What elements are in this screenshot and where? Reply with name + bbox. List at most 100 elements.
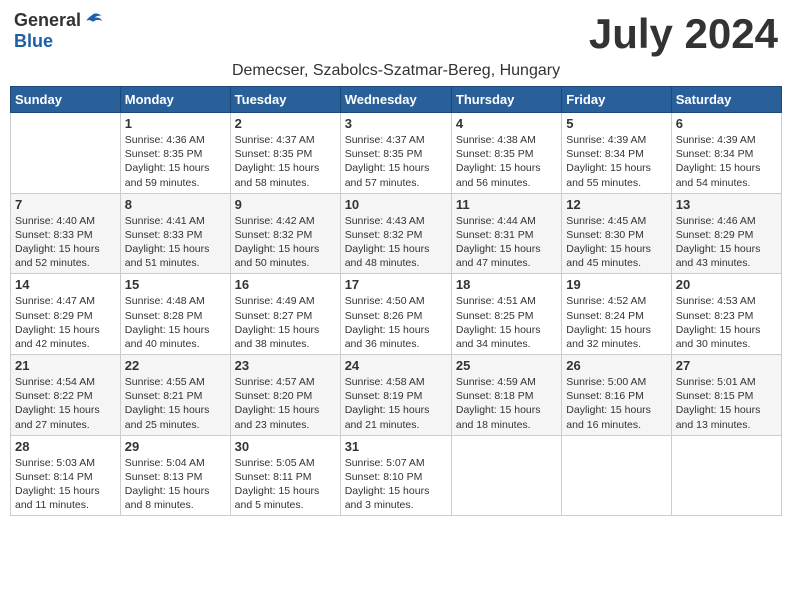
day-info: Sunrise: 5:03 AMSunset: 8:14 PMDaylight:… bbox=[15, 456, 116, 513]
week-row-5: 28 Sunrise: 5:03 AMSunset: 8:14 PMDayligh… bbox=[11, 435, 782, 516]
day-info: Sunrise: 4:58 AMSunset: 8:19 PMDaylight:… bbox=[345, 375, 447, 432]
day-number: 27 bbox=[676, 358, 777, 373]
logo-blue-text: Blue bbox=[14, 31, 53, 52]
day-info: Sunrise: 4:37 AMSunset: 8:35 PMDaylight:… bbox=[235, 133, 336, 190]
day-info: Sunrise: 4:40 AMSunset: 8:33 PMDaylight:… bbox=[15, 214, 116, 271]
day-info: Sunrise: 4:41 AMSunset: 8:33 PMDaylight:… bbox=[125, 214, 226, 271]
day-number: 11 bbox=[456, 197, 557, 212]
day-info: Sunrise: 5:00 AMSunset: 8:16 PMDaylight:… bbox=[566, 375, 666, 432]
day-number: 12 bbox=[566, 197, 666, 212]
week-row-3: 14Sunrise: 4:47 AMSunset: 8:29 PMDayligh… bbox=[11, 274, 782, 355]
col-header-sunday: Sunday bbox=[11, 87, 121, 113]
logo-bird-icon bbox=[83, 11, 103, 31]
calendar-cell: 28 Sunrise: 5:03 AMSunset: 8:14 PMDayligh… bbox=[11, 435, 121, 516]
day-number: 24 bbox=[345, 358, 447, 373]
location: Demecser, Szabolcs-Szatmar-Bereg, Hungar… bbox=[10, 62, 782, 80]
day-number: 20 bbox=[676, 277, 777, 292]
day-info: Sunrise: 4:52 AMSunset: 8:24 PMDaylight:… bbox=[566, 294, 666, 351]
calendar-cell: 9Sunrise: 4:42 AMSunset: 8:32 PMDaylight… bbox=[230, 193, 340, 274]
calendar-table: SundayMondayTuesdayWednesdayThursdayFrid… bbox=[10, 86, 782, 516]
calendar-cell: 23 Sunrise: 4:57 AMSunset: 8:20 PMDayligh… bbox=[230, 355, 340, 436]
day-info: Sunrise: 4:36 AMSunset: 8:35 PMDaylight:… bbox=[125, 133, 226, 190]
day-number: 26 bbox=[566, 358, 666, 373]
day-number: 14 bbox=[15, 277, 116, 292]
day-number: 2 bbox=[235, 116, 336, 131]
day-number: 28 bbox=[15, 439, 116, 454]
calendar-cell: 27 Sunrise: 5:01 AMSunset: 8:15 PMDayligh… bbox=[671, 355, 781, 436]
calendar-cell: 22 Sunrise: 4:55 AMSunset: 8:21 PMDayligh… bbox=[120, 355, 230, 436]
col-header-thursday: Thursday bbox=[451, 87, 561, 113]
day-number: 9 bbox=[235, 197, 336, 212]
calendar-cell: 14Sunrise: 4:47 AMSunset: 8:29 PMDayligh… bbox=[11, 274, 121, 355]
calendar-cell: 3 Sunrise: 4:37 AMSunset: 8:35 PMDaylight… bbox=[340, 113, 451, 194]
day-info: Sunrise: 4:54 AMSunset: 8:22 PMDaylight:… bbox=[15, 375, 116, 432]
calendar-cell: 25 Sunrise: 4:59 AMSunset: 8:18 PMDayligh… bbox=[451, 355, 561, 436]
calendar-cell: 13 Sunrise: 4:46 AMSunset: 8:29 PMDayligh… bbox=[671, 193, 781, 274]
calendar-cell: 26 Sunrise: 5:00 AMSunset: 8:16 PMDayligh… bbox=[562, 355, 671, 436]
calendar-cell: 4 Sunrise: 4:38 AMSunset: 8:35 PMDaylight… bbox=[451, 113, 561, 194]
col-header-monday: Monday bbox=[120, 87, 230, 113]
calendar-cell: 24 Sunrise: 4:58 AMSunset: 8:19 PMDayligh… bbox=[340, 355, 451, 436]
day-info: Sunrise: 5:01 AMSunset: 8:15 PMDaylight:… bbox=[676, 375, 777, 432]
col-header-tuesday: Tuesday bbox=[230, 87, 340, 113]
day-number: 5 bbox=[566, 116, 666, 131]
day-info: Sunrise: 4:44 AMSunset: 8:31 PMDaylight:… bbox=[456, 214, 557, 271]
page-header: General Blue July 2024 bbox=[10, 10, 782, 58]
col-header-friday: Friday bbox=[562, 87, 671, 113]
col-header-saturday: Saturday bbox=[671, 87, 781, 113]
day-info: Sunrise: 4:43 AMSunset: 8:32 PMDaylight:… bbox=[345, 214, 447, 271]
calendar-cell: 30 Sunrise: 5:05 AMSunset: 8:11 PMDayligh… bbox=[230, 435, 340, 516]
day-number: 4 bbox=[456, 116, 557, 131]
calendar-cell: 15 Sunrise: 4:48 AMSunset: 8:28 PMDayligh… bbox=[120, 274, 230, 355]
day-number: 21 bbox=[15, 358, 116, 373]
day-info: Sunrise: 4:48 AMSunset: 8:28 PMDaylight:… bbox=[125, 294, 226, 351]
calendar-cell: 6 Sunrise: 4:39 AMSunset: 8:34 PMDaylight… bbox=[671, 113, 781, 194]
day-number: 23 bbox=[235, 358, 336, 373]
calendar-cell: 29 Sunrise: 5:04 AMSunset: 8:13 PMDayligh… bbox=[120, 435, 230, 516]
day-info: Sunrise: 4:38 AMSunset: 8:35 PMDaylight:… bbox=[456, 133, 557, 190]
calendar-cell: 18Sunrise: 4:51 AMSunset: 8:25 PMDayligh… bbox=[451, 274, 561, 355]
calendar-cell bbox=[671, 435, 781, 516]
day-info: Sunrise: 4:45 AMSunset: 8:30 PMDaylight:… bbox=[566, 214, 666, 271]
month-year: July 2024 bbox=[589, 10, 778, 58]
day-number: 13 bbox=[676, 197, 777, 212]
day-info: Sunrise: 4:50 AMSunset: 8:26 PMDaylight:… bbox=[345, 294, 447, 351]
day-info: Sunrise: 4:46 AMSunset: 8:29 PMDaylight:… bbox=[676, 214, 777, 271]
calendar-cell bbox=[562, 435, 671, 516]
col-header-wednesday: Wednesday bbox=[340, 87, 451, 113]
day-info: Sunrise: 4:37 AMSunset: 8:35 PMDaylight:… bbox=[345, 133, 447, 190]
calendar-cell bbox=[11, 113, 121, 194]
day-number: 25 bbox=[456, 358, 557, 373]
month-year-title: July 2024 bbox=[589, 10, 778, 58]
day-number: 22 bbox=[125, 358, 226, 373]
day-info: Sunrise: 4:59 AMSunset: 8:18 PMDaylight:… bbox=[456, 375, 557, 432]
calendar-cell: 17 Sunrise: 4:50 AMSunset: 8:26 PMDayligh… bbox=[340, 274, 451, 355]
day-number: 31 bbox=[345, 439, 447, 454]
calendar-cell: 5 Sunrise: 4:39 AMSunset: 8:34 PMDaylight… bbox=[562, 113, 671, 194]
day-number: 1 bbox=[125, 116, 226, 131]
week-row-2: 7Sunrise: 4:40 AMSunset: 8:33 PMDaylight… bbox=[11, 193, 782, 274]
calendar-cell: 7Sunrise: 4:40 AMSunset: 8:33 PMDaylight… bbox=[11, 193, 121, 274]
day-info: Sunrise: 5:07 AMSunset: 8:10 PMDaylight:… bbox=[345, 456, 447, 513]
calendar-cell: 2 Sunrise: 4:37 AMSunset: 8:35 PMDaylight… bbox=[230, 113, 340, 194]
day-info: Sunrise: 5:04 AMSunset: 8:13 PMDaylight:… bbox=[125, 456, 226, 513]
logo: General Blue bbox=[14, 10, 103, 52]
day-info: Sunrise: 5:05 AMSunset: 8:11 PMDaylight:… bbox=[235, 456, 336, 513]
calendar-cell: 19Sunrise: 4:52 AMSunset: 8:24 PMDayligh… bbox=[562, 274, 671, 355]
day-number: 29 bbox=[125, 439, 226, 454]
day-number: 30 bbox=[235, 439, 336, 454]
day-number: 18 bbox=[456, 277, 557, 292]
week-row-1: 1 Sunrise: 4:36 AMSunset: 8:35 PMDaylight… bbox=[11, 113, 782, 194]
day-number: 8 bbox=[125, 197, 226, 212]
day-info: Sunrise: 4:57 AMSunset: 8:20 PMDaylight:… bbox=[235, 375, 336, 432]
day-info: Sunrise: 4:39 AMSunset: 8:34 PMDaylight:… bbox=[566, 133, 666, 190]
day-number: 3 bbox=[345, 116, 447, 131]
day-number: 17 bbox=[345, 277, 447, 292]
day-number: 15 bbox=[125, 277, 226, 292]
calendar-cell: 1 Sunrise: 4:36 AMSunset: 8:35 PMDaylight… bbox=[120, 113, 230, 194]
day-number: 6 bbox=[676, 116, 777, 131]
day-info: Sunrise: 4:55 AMSunset: 8:21 PMDaylight:… bbox=[125, 375, 226, 432]
calendar-cell: 16Sunrise: 4:49 AMSunset: 8:27 PMDayligh… bbox=[230, 274, 340, 355]
calendar-cell: 12 Sunrise: 4:45 AMSunset: 8:30 PMDayligh… bbox=[562, 193, 671, 274]
day-info: Sunrise: 4:39 AMSunset: 8:34 PMDaylight:… bbox=[676, 133, 777, 190]
